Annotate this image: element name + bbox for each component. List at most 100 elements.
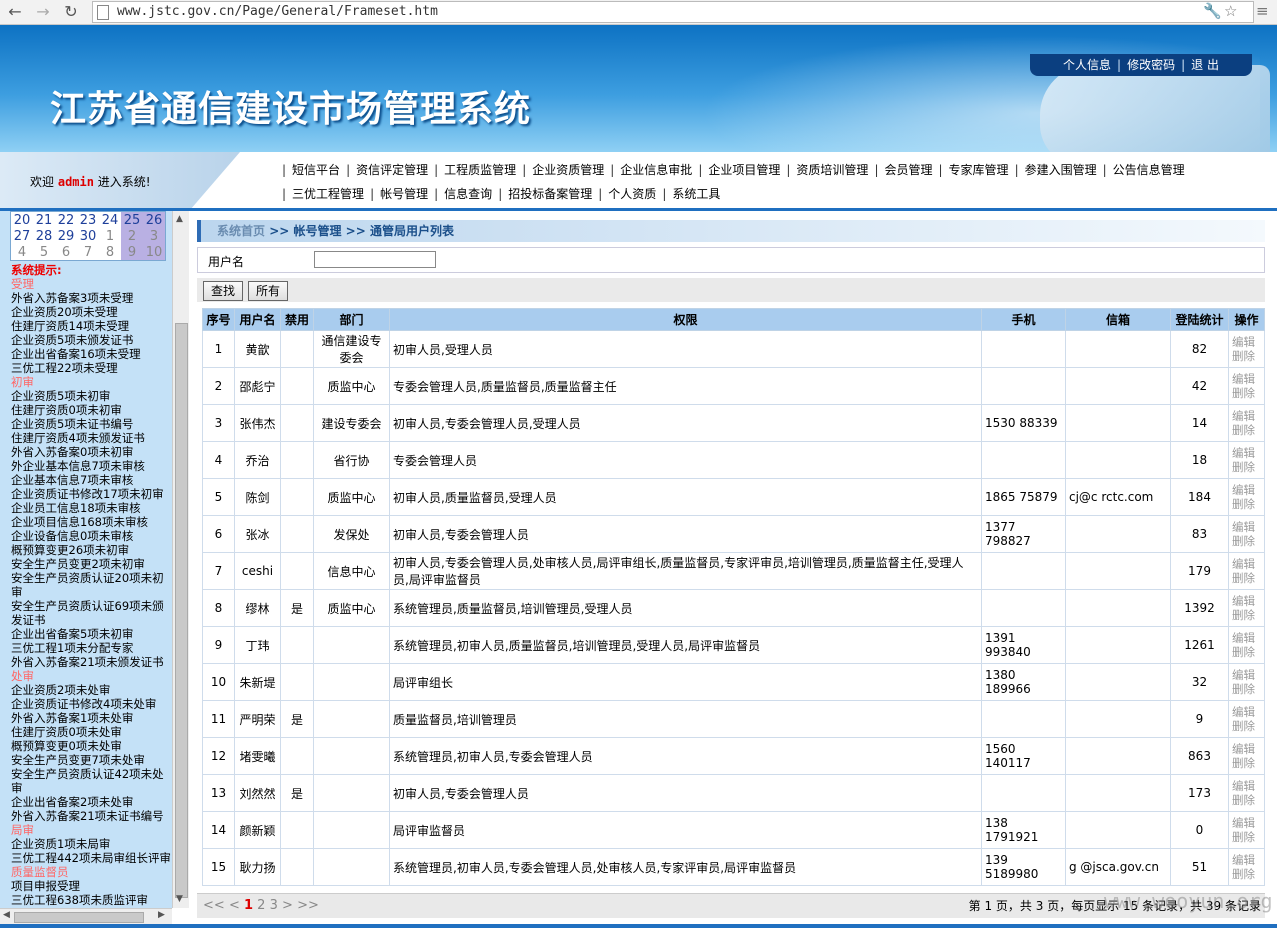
delete-link[interactable]: 删除: [1232, 682, 1261, 696]
calendar-day[interactable]: 29: [55, 228, 77, 244]
menu-item[interactable]: 专家库管理: [943, 161, 1015, 178]
menu-item[interactable]: 会员管理: [878, 161, 938, 178]
edit-link[interactable]: 编辑: [1232, 594, 1261, 608]
delete-link[interactable]: 删除: [1232, 497, 1261, 511]
delete-link[interactable]: 删除: [1232, 793, 1261, 807]
tip-item[interactable]: 企业资质证书修改17项未初审: [11, 487, 171, 501]
delete-link[interactable]: 删除: [1232, 830, 1261, 844]
edit-link[interactable]: 编辑: [1232, 742, 1261, 756]
tip-item[interactable]: 三优工程1项未分配专家: [11, 641, 171, 655]
menu-item[interactable]: 帐号管理: [374, 185, 434, 202]
tip-item[interactable]: 企业资质证书修改4项未处审: [11, 697, 171, 711]
tip-item[interactable]: 企业资质5项未初审: [11, 389, 171, 403]
menu-item[interactable]: 短信平台: [286, 161, 346, 178]
edit-link[interactable]: 编辑: [1232, 520, 1261, 534]
menu-item[interactable]: 资质培训管理: [790, 161, 874, 178]
delete-link[interactable]: 删除: [1232, 756, 1261, 770]
scrollbar-thumb-horizontal[interactable]: [14, 912, 144, 923]
calendar-day[interactable]: 20: [11, 212, 33, 228]
scroll-left-icon[interactable]: ◀: [3, 910, 10, 920]
delete-link[interactable]: 删除: [1232, 719, 1261, 733]
change-password-link[interactable]: 修改密码: [1121, 58, 1181, 72]
calendar-day[interactable]: 2: [121, 228, 143, 244]
menu-item[interactable]: 参建入围管理: [1019, 161, 1103, 178]
scroll-up-icon[interactable]: ▲: [176, 214, 183, 224]
first-page-link[interactable]: <<: [203, 898, 225, 913]
username-input[interactable]: [314, 251, 436, 268]
edit-link[interactable]: 编辑: [1232, 705, 1261, 719]
tip-item[interactable]: 三优工程442项未局审组长评审: [11, 851, 171, 865]
tip-item[interactable]: 外企业基本信息7项未审核: [11, 459, 171, 473]
prev-page-link[interactable]: <: [229, 898, 240, 913]
edit-link[interactable]: 编辑: [1232, 483, 1261, 497]
calendar-day[interactable]: 30: [77, 228, 99, 244]
scroll-right-icon[interactable]: ▶: [158, 910, 165, 920]
tip-item[interactable]: 企业出省备案2项未处审: [11, 795, 171, 809]
calendar-day[interactable]: 24: [99, 212, 121, 228]
page-number-link[interactable]: 3: [270, 898, 278, 913]
sidebar-horizontal-scrollbar[interactable]: ◀ ▶: [0, 908, 172, 925]
show-all-button[interactable]: 所有: [248, 281, 288, 301]
menu-item[interactable]: 企业项目管理: [702, 161, 786, 178]
edit-link[interactable]: 编辑: [1232, 335, 1261, 349]
tip-item[interactable]: 概预算变更0项未处审: [11, 739, 171, 753]
tip-item[interactable]: 安全生产员资质认证69项未颁发证书: [11, 599, 171, 627]
edit-link[interactable]: 编辑: [1232, 409, 1261, 423]
page-number-link[interactable]: 2: [257, 898, 265, 913]
delete-link[interactable]: 删除: [1232, 867, 1261, 881]
tip-item[interactable]: 安全生产员变更7项未处审: [11, 753, 171, 767]
calendar-day[interactable]: 1: [99, 228, 121, 244]
menu-item[interactable]: 系统工具: [666, 185, 726, 202]
calendar-day[interactable]: 25: [121, 212, 143, 228]
tip-item[interactable]: 安全生产员资质认证42项未处审: [11, 767, 171, 795]
tip-item[interactable]: 企业员工信息18项未审核: [11, 501, 171, 515]
find-button[interactable]: 查找: [203, 281, 243, 301]
page-number-link[interactable]: 1: [244, 898, 253, 913]
personal-info-link[interactable]: 个人信息: [1057, 58, 1117, 72]
calendar-day[interactable]: 4: [11, 244, 33, 260]
tip-item[interactable]: 外省入苏备案3项未受理: [11, 291, 171, 305]
tip-item[interactable]: 住建厅资质0项未处审: [11, 725, 171, 739]
menu-item[interactable]: 企业资质管理: [526, 161, 610, 178]
back-arrow-icon[interactable]: ←: [4, 1, 26, 23]
forward-arrow-icon[interactable]: →: [32, 1, 54, 23]
delete-link[interactable]: 删除: [1232, 534, 1261, 548]
menu-item[interactable]: 个人资质: [602, 185, 662, 202]
delete-link[interactable]: 删除: [1232, 571, 1261, 585]
calendar-day[interactable]: 6: [55, 244, 77, 260]
edit-link[interactable]: 编辑: [1232, 631, 1261, 645]
calendar-day[interactable]: 27: [11, 228, 33, 244]
edit-link[interactable]: 编辑: [1232, 372, 1261, 386]
tip-item[interactable]: 住建厅资质0项未初审: [11, 403, 171, 417]
tip-item[interactable]: 企业资质2项未处审: [11, 683, 171, 697]
next-page-link[interactable]: >: [282, 898, 293, 913]
star-icon[interactable]: ☆: [1224, 2, 1237, 20]
tip-item[interactable]: 安全生产员资质认证20项未初审: [11, 571, 171, 599]
calendar-day[interactable]: 21: [33, 212, 55, 228]
menu-item[interactable]: 企业信息审批: [614, 161, 698, 178]
tip-item[interactable]: 外省入苏备案21项未颁发证书: [11, 655, 171, 669]
edit-link[interactable]: 编辑: [1232, 557, 1261, 571]
tip-item[interactable]: 安全生产员变更2项未初审: [11, 557, 171, 571]
delete-link[interactable]: 删除: [1232, 460, 1261, 474]
menu-item[interactable]: 招投标备案管理: [502, 185, 598, 202]
tip-item[interactable]: 企业出省备案16项未受理: [11, 347, 171, 361]
edit-link[interactable]: 编辑: [1232, 816, 1261, 830]
menu-item[interactable]: 工程质监管理: [438, 161, 522, 178]
delete-link[interactable]: 删除: [1232, 645, 1261, 659]
tip-item[interactable]: 企业项目信息168项未审核: [11, 515, 171, 529]
menu-item[interactable]: 公告信息管理: [1107, 161, 1191, 178]
menu-item[interactable]: 三优工程管理: [286, 185, 370, 202]
menu-item[interactable]: 信息查询: [438, 185, 498, 202]
calendar-day[interactable]: 3: [143, 228, 165, 244]
edit-link[interactable]: 编辑: [1232, 668, 1261, 682]
calendar-day[interactable]: 10: [143, 244, 165, 260]
calendar-day[interactable]: 9: [121, 244, 143, 260]
calendar-day[interactable]: 5: [33, 244, 55, 260]
tip-item[interactable]: 企业设备信息0项未审核: [11, 529, 171, 543]
delete-link[interactable]: 删除: [1232, 423, 1261, 437]
tip-item[interactable]: 住建厅资质4项未颁发证书: [11, 431, 171, 445]
scrollbar-thumb[interactable]: [175, 323, 188, 898]
tip-item[interactable]: 项目申报受理: [11, 879, 171, 893]
edit-link[interactable]: 编辑: [1232, 853, 1261, 867]
